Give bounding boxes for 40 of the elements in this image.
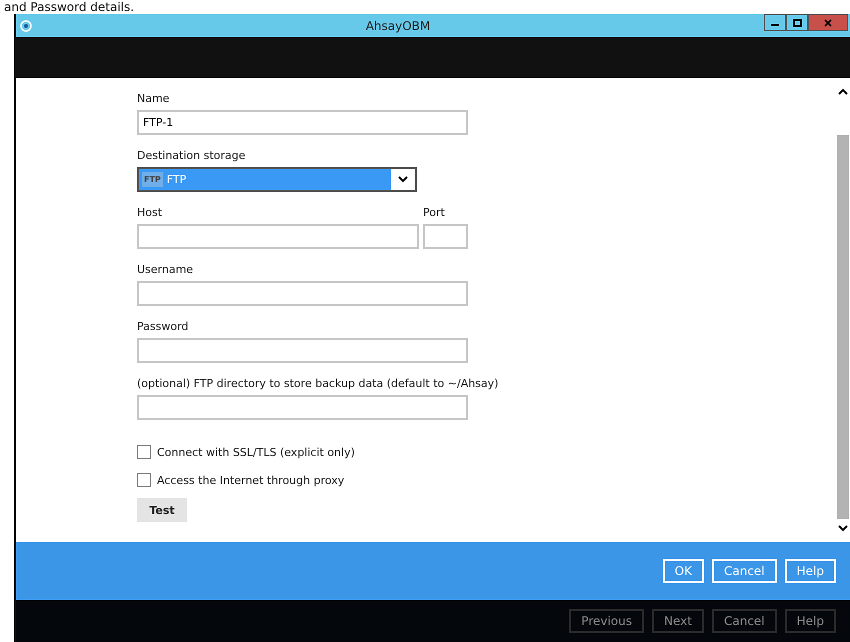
app-logo-icon <box>20 20 32 32</box>
scroll-up-icon[interactable] <box>838 88 848 95</box>
maximize-icon <box>792 18 802 26</box>
field-label: Password <box>137 320 190 333</box>
scroll-down-icon[interactable] <box>838 525 848 532</box>
dropdown-value: FTP <box>166 173 186 186</box>
dimmed-button[interactable]: Cancel <box>712 609 777 633</box>
checkbox-label: Connect with SSL/TLS (explicit only) <box>157 446 355 458</box>
checkbox[interactable] <box>137 473 151 487</box>
dimmed-button[interactable]: Previous <box>569 609 644 633</box>
close-icon <box>824 18 832 26</box>
window-title: AhsayOBM <box>364 18 432 32</box>
dimmed-button[interactable]: Next <box>652 609 704 633</box>
port-field[interactable] <box>423 224 468 249</box>
scrollbar-thumb[interactable] <box>837 135 849 519</box>
dialog-button[interactable]: OK <box>662 559 704 583</box>
dialog-button[interactable]: Help <box>784 559 836 583</box>
host-field[interactable] <box>137 224 419 249</box>
field-label: Host <box>137 206 164 219</box>
dropdown-chevron-icon[interactable] <box>398 176 408 183</box>
destination-dropdown[interactable]: FTP FTP <box>137 167 417 192</box>
maximize-button[interactable] <box>786 14 808 31</box>
test-button[interactable]: Test <box>137 498 187 522</box>
input-field[interactable] <box>137 281 468 306</box>
input-field[interactable] <box>137 338 468 363</box>
input-field[interactable] <box>137 395 468 420</box>
field-label: Username <box>137 263 194 276</box>
checkbox[interactable] <box>137 445 151 459</box>
field-label: Name <box>137 92 170 105</box>
checkbox-label: Access the Internet through proxy <box>157 474 344 486</box>
ftp-badge: FTP <box>142 172 163 187</box>
caption-text: and Password details. <box>3 0 136 14</box>
dimmed-button[interactable]: Help <box>784 609 836 633</box>
field-label: (optional) FTP directory to store backup data (default to ~/Ahsay) <box>137 377 500 390</box>
field-label: Destination storage <box>137 149 246 162</box>
field-label: Port <box>423 206 446 219</box>
dialog-button[interactable]: Cancel <box>712 559 777 583</box>
close-button[interactable] <box>808 14 848 31</box>
minimize-button[interactable] <box>764 14 786 31</box>
name-field[interactable]: FTP-1 <box>137 110 468 135</box>
